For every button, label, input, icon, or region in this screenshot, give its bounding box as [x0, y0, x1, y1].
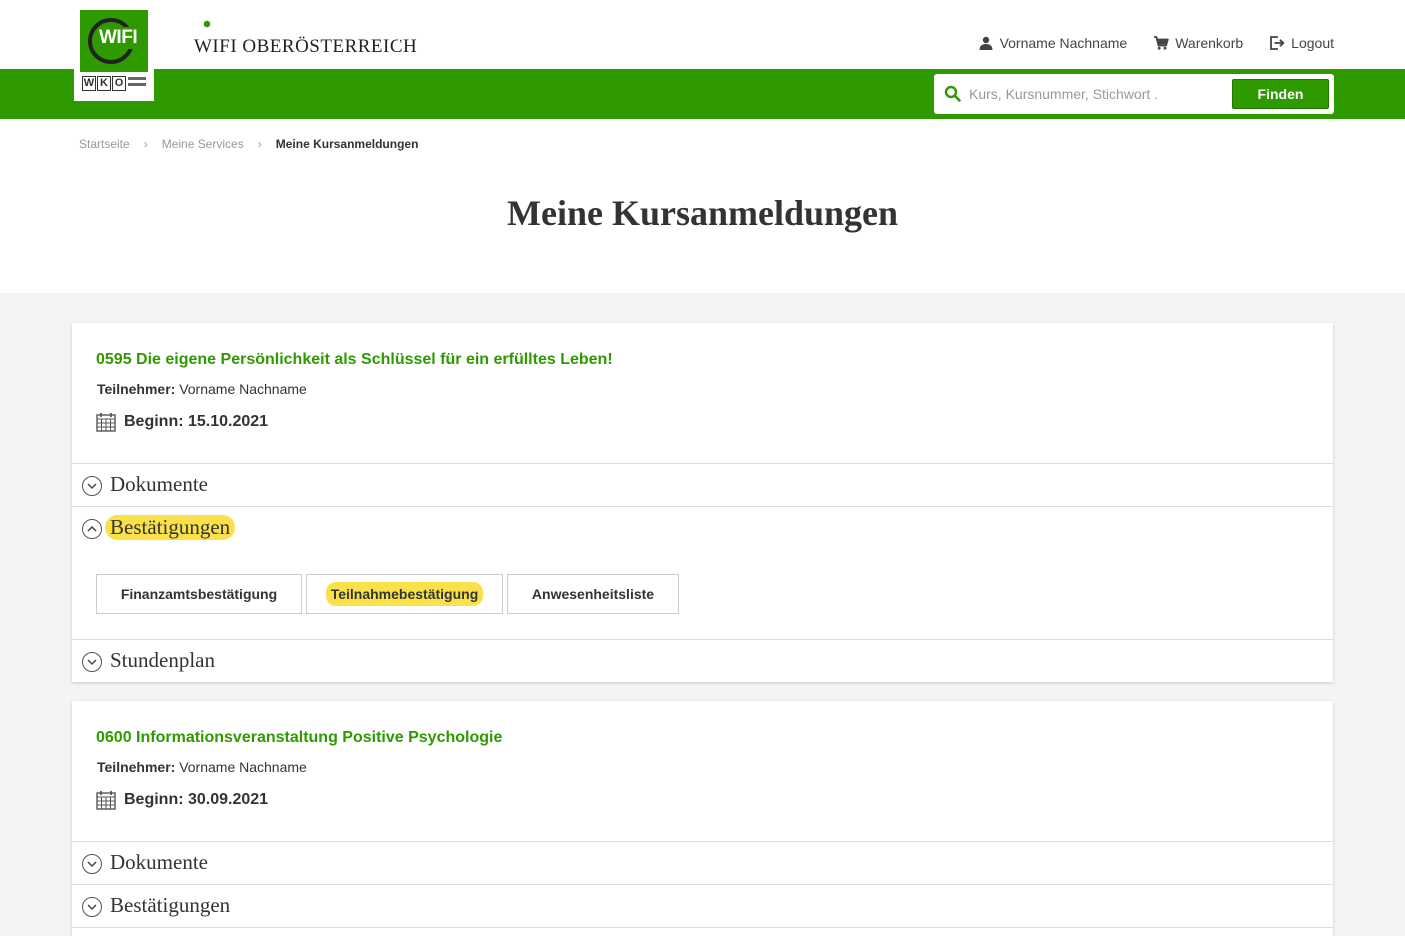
- accordion-dokumente[interactable]: Dokumente: [72, 841, 1333, 884]
- wifi-wko-logo[interactable]: WIFI W K O: [74, 10, 154, 101]
- logo-top: WIFI: [80, 10, 148, 68]
- course-start: Beginn: 15.10.2021: [96, 412, 268, 432]
- chevron-down-icon: [82, 854, 102, 874]
- page-title: Meine Kursanmeldungen: [506, 193, 899, 233]
- chevron-down-icon: [82, 897, 102, 917]
- course-search-icon: [192, 13, 217, 36]
- finanzamt-button[interactable]: Finanzamtsbestätigung: [96, 574, 302, 614]
- button-label: Finanzamtsbestätigung: [120, 586, 278, 602]
- accordion-label: Dokumente: [110, 850, 208, 874]
- nav-kurse-label: KURSE & MEHR: [226, 16, 350, 33]
- accordion-label: Bestätigungen: [105, 515, 236, 540]
- user-navigation: Vorname Nachname Warenkorb Logout: [978, 35, 1334, 51]
- participant-info: Teilnehmer: Vorname Nachname: [97, 381, 307, 397]
- breadcrumb-separator: ›: [257, 137, 262, 151]
- course-title[interactable]: 0600 Informationsveranstaltung Positive …: [96, 729, 502, 747]
- logout-link[interactable]: Logout: [1269, 35, 1334, 51]
- nav-ueber-uns[interactable]: ÜBER UNS: [531, 15, 615, 33]
- chevron-down-icon: [82, 476, 102, 496]
- accordion-label: Dokumente: [110, 472, 208, 496]
- nav-fachkraft-blog[interactable]: FACHKRAFT BLOG: [655, 15, 803, 33]
- search-button[interactable]: Finden: [1232, 79, 1329, 109]
- accordion-bestaetigungen[interactable]: Bestätigungen: [72, 506, 1333, 549]
- participant-info: Teilnehmer: Vorname Nachname: [97, 759, 307, 775]
- accordion-label: Bestätigungen: [110, 893, 231, 917]
- participant-label: Teilnehmer:: [97, 381, 176, 397]
- logout-icon: [1270, 36, 1285, 50]
- search-icon: [944, 85, 961, 102]
- course-card: 0600 Informationsveranstaltung Positive …: [72, 701, 1333, 936]
- logo-letter: O: [112, 76, 126, 91]
- anwesenheit-button[interactable]: Anwesenheitsliste: [507, 574, 679, 614]
- user-name: Vorname Nachname: [999, 35, 1128, 51]
- accordion-bestaetigungen[interactable]: Bestätigungen: [72, 884, 1333, 927]
- accordion-dokumente[interactable]: Dokumente: [72, 463, 1333, 506]
- confirmation-buttons: Finanzamtsbestätigung Teilnahmebestätigu…: [96, 574, 679, 614]
- participant-name: Vorname Nachname: [179, 381, 307, 397]
- breadcrumb-home[interactable]: Startseite: [79, 137, 130, 151]
- course-start: Beginn: 30.09.2021: [96, 790, 268, 810]
- logo-lines: [128, 77, 146, 89]
- logout-label: Logout: [1291, 35, 1334, 51]
- participant-name: Vorname Nachname: [179, 759, 307, 775]
- calendar-icon: [96, 791, 116, 810]
- search-box: Finden: [934, 74, 1334, 114]
- course-start-date: Beginn: 15.10.2021: [124, 413, 269, 430]
- search-input[interactable]: [969, 82, 1159, 106]
- participant-label: Teilnehmer:: [97, 759, 176, 775]
- chevron-up-icon: [82, 519, 102, 539]
- teilnahme-button[interactable]: Teilnahmebestätigung: [306, 574, 503, 614]
- logo-letter: W: [82, 76, 96, 91]
- accordion-label: Stundenplan: [110, 648, 215, 672]
- cart-icon: [1154, 36, 1169, 50]
- chevron-down-icon: [363, 20, 377, 29]
- course-start-date: Beginn: 30.09.2021: [124, 791, 269, 808]
- course-card: 0595 Die eigene Persönlichkeit als Schlü…: [72, 323, 1333, 682]
- cart-link[interactable]: Warenkorb: [1153, 35, 1243, 51]
- accordion-next[interactable]: [72, 927, 1333, 936]
- calendar-icon: [96, 413, 116, 432]
- breadcrumb-services[interactable]: Meine Services: [162, 137, 244, 151]
- nav-kurse-und-mehr[interactable]: KURSE & MEHR: [192, 0, 400, 50]
- nav-service[interactable]: SERVICE: [422, 15, 492, 33]
- logo-letter: K: [97, 76, 111, 91]
- breadcrumb-current: Meine Kursanmeldungen: [275, 137, 419, 151]
- user-icon: [979, 36, 993, 50]
- breadcrumb-separator: ›: [143, 137, 148, 151]
- user-account-link[interactable]: Vorname Nachname: [978, 35, 1128, 51]
- accordion-stundenplan[interactable]: Stundenplan: [72, 639, 1333, 682]
- chevron-down-icon: [82, 652, 102, 672]
- cart-label: Warenkorb: [1175, 35, 1244, 51]
- logo-wko: W K O: [80, 72, 148, 95]
- course-title[interactable]: 0595 Die eigene Persönlichkeit als Schlü…: [96, 351, 613, 369]
- button-label: Anwesenheitsliste: [531, 586, 655, 602]
- button-label: Teilnahmebestätigung: [325, 582, 484, 606]
- breadcrumb: Startseite › Meine Services › Meine Kurs…: [79, 137, 418, 151]
- logo-text: WIFI: [98, 27, 139, 49]
